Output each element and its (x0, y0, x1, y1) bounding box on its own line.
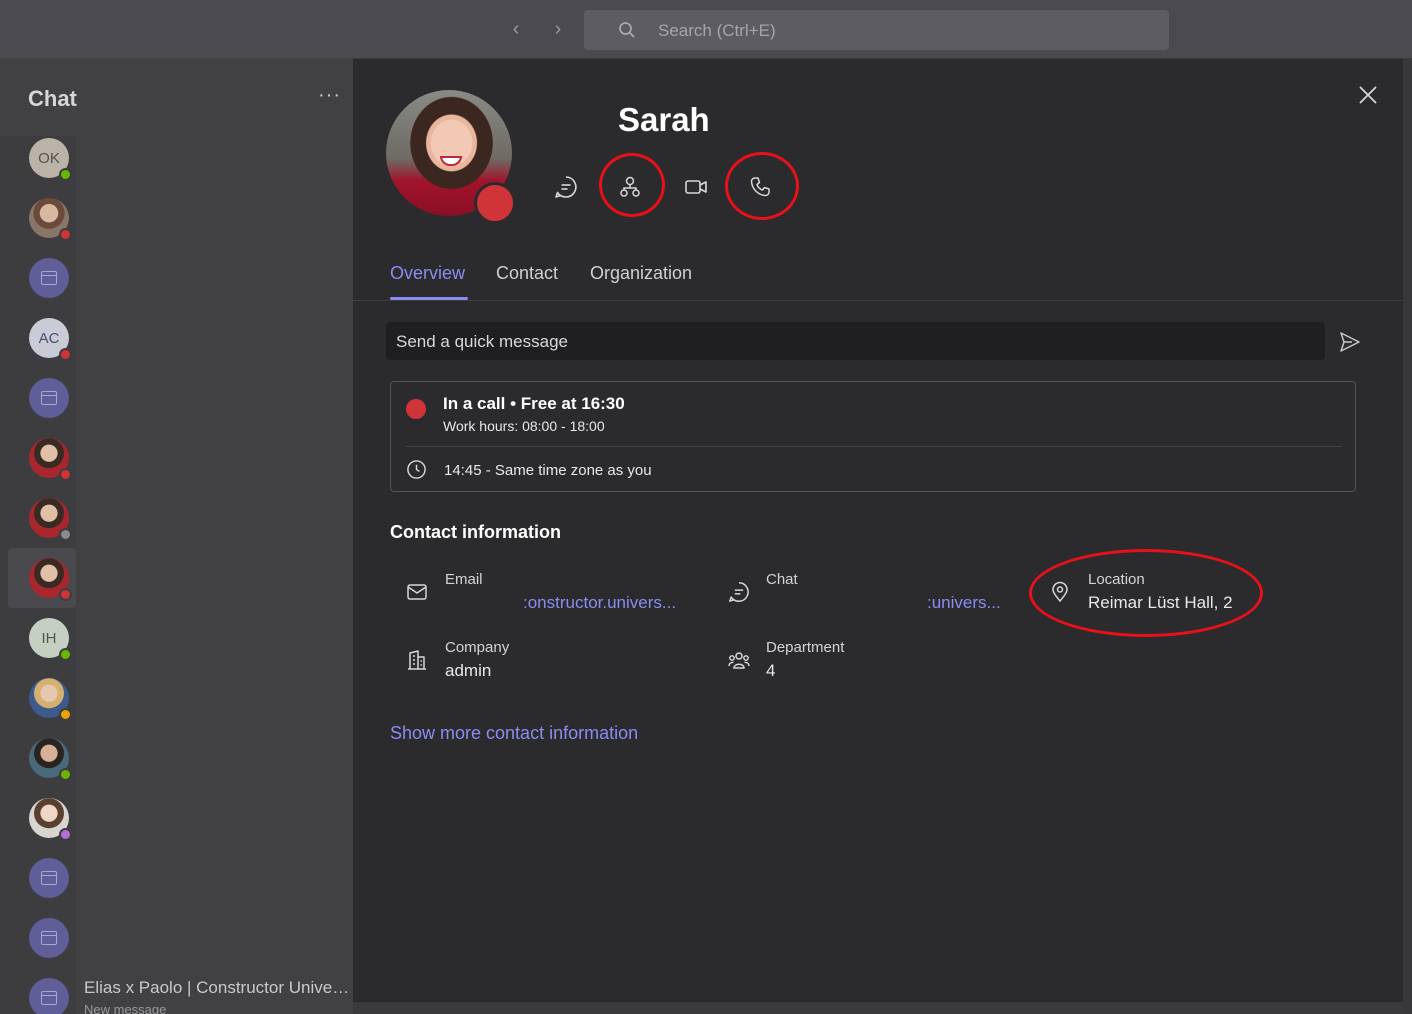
work-hours-text: Work hours: 08:00 - 18:00 (443, 418, 605, 434)
presence-offline-icon (59, 528, 72, 541)
divider (406, 446, 1342, 447)
chat-label: Chat (766, 571, 798, 588)
calendar-icon (41, 871, 57, 885)
presence-out-of-office-icon (59, 828, 72, 841)
chat-avatar[interactable] (29, 738, 72, 781)
chat-title-text: Elias x Paolo | Constructor Univers... (84, 978, 354, 997)
annotation-circle-location (1029, 549, 1263, 637)
presence-away-icon (59, 708, 72, 721)
search-input[interactable]: Search (Ctrl+E) (584, 10, 1169, 50)
status-text: In a call • Free at 16:30 (443, 394, 625, 413)
tab-contact[interactable]: Contact (496, 263, 558, 284)
back-arrow-icon[interactable]: ‹ (506, 18, 526, 40)
chat-avatar[interactable] (29, 798, 72, 841)
presence-busy-icon (59, 588, 72, 601)
company-value: admin (445, 661, 492, 680)
meeting-chat-avatar[interactable] (29, 978, 69, 1014)
chat-avatar[interactable] (29, 438, 72, 481)
chat-avatar[interactable] (29, 678, 72, 721)
calendar-icon (41, 991, 57, 1005)
people-group-icon (728, 652, 750, 669)
chat-avatar[interactable]: AC (29, 318, 72, 361)
background-content (1403, 58, 1412, 1014)
quick-message-input[interactable]: Send a quick message (386, 322, 1325, 360)
search-icon (619, 22, 635, 38)
presence-busy-icon (474, 182, 516, 224)
chat-icon[interactable] (553, 174, 579, 200)
chat-avatar[interactable] (29, 498, 72, 541)
show-more-contact-link[interactable]: Show more contact information (390, 723, 638, 744)
chat-avatar[interactable]: IH (29, 618, 72, 661)
availability-card: In a call • Free at 16:30 Work hours: 08… (390, 381, 1356, 492)
profile-card: Sarah Overview Contact Organization Send… (353, 59, 1403, 1002)
chat-avatar[interactable] (29, 198, 72, 241)
video-call-icon[interactable] (683, 174, 709, 200)
calendar-icon (41, 931, 57, 945)
meeting-chat-avatar[interactable] (29, 378, 69, 418)
meeting-chat-avatar[interactable] (29, 858, 69, 898)
chat-avatar[interactable] (29, 558, 72, 601)
chat-link[interactable]: :univers... (927, 593, 1001, 613)
email-link[interactable]: :onstructor.univers... (523, 593, 676, 613)
presence-busy-icon (59, 228, 72, 241)
meeting-chat-avatar[interactable] (29, 918, 69, 958)
mail-icon (407, 584, 427, 600)
contact-info-title: Contact information (390, 522, 561, 542)
presence-available-icon (59, 648, 72, 661)
clock-icon (407, 460, 426, 479)
quick-message-placeholder: Send a quick message (396, 332, 568, 351)
close-icon[interactable] (1356, 83, 1380, 107)
title-bar: ‹ › Search (Ctrl+E) (0, 0, 1412, 58)
forward-arrow-icon[interactable]: › (548, 18, 568, 40)
chat-list-item[interactable]: Elias x Paolo | Constructor Univers... N… (84, 978, 354, 1014)
profile-name: Sarah (618, 101, 710, 138)
calendar-icon (41, 391, 57, 405)
presence-busy-icon (406, 399, 426, 419)
department-label: Department (766, 639, 845, 656)
tab-organization[interactable]: Organization (590, 263, 692, 284)
calendar-icon (41, 271, 57, 285)
chat-sidebar: Chat ··· OK AC IH Elias x Paolo | Constr… (0, 58, 354, 1014)
company-label: Company (445, 639, 510, 656)
building-icon (408, 650, 426, 670)
send-icon[interactable] (1338, 330, 1362, 354)
email-label: Email (445, 571, 483, 588)
timezone-text: 14:45 - Same time zone as you (444, 462, 652, 479)
presence-available-icon (59, 168, 72, 181)
divider (353, 300, 1403, 301)
chat-icon (729, 582, 749, 602)
chat-avatar[interactable]: OK (29, 138, 72, 181)
chat-title: Chat (28, 86, 77, 111)
chat-preview-text: New message (84, 1002, 167, 1014)
meeting-chat-avatar[interactable] (29, 258, 69, 298)
presence-busy-icon (59, 348, 72, 361)
annotation-circle-org (599, 153, 665, 217)
presence-available-icon (59, 768, 72, 781)
department-value: 4 (766, 661, 776, 680)
search-placeholder: Search (Ctrl+E) (658, 21, 776, 40)
more-options-icon[interactable]: ··· (318, 84, 341, 107)
presence-busy-icon (59, 468, 72, 481)
annotation-circle-call (725, 152, 799, 220)
tab-overview[interactable]: Overview (390, 263, 465, 284)
